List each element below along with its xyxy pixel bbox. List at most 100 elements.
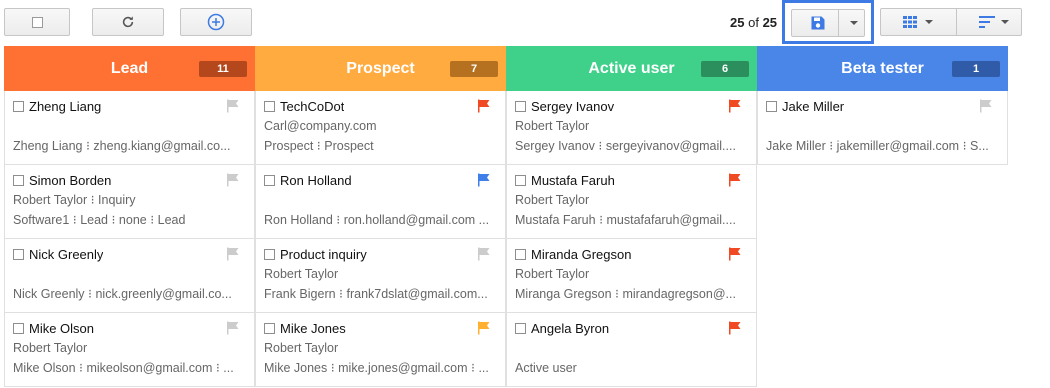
card-title[interactable]: Sergey Ivanov: [531, 99, 614, 114]
grid-view-button[interactable]: [903, 16, 933, 28]
lead-card[interactable]: Product inquiry Robert Taylor Frank Bige…: [255, 239, 506, 313]
flag-icon[interactable]: [226, 247, 240, 261]
lead-card[interactable]: Simon Borden Robert Taylor ⁝ Inquiry Sof…: [4, 165, 255, 239]
card-checkbox[interactable]: [13, 100, 24, 112]
card-line-1: Robert Taylor: [515, 267, 590, 281]
dropdown-caret-icon[interactable]: [850, 21, 858, 25]
lead-card[interactable]: Ron Holland Ron Holland ⁝ ron.holland@gm…: [255, 165, 506, 239]
card-title-row: Product inquiry: [264, 246, 497, 262]
flag-icon[interactable]: [728, 321, 742, 335]
card-title[interactable]: Mike Jones: [280, 321, 346, 336]
flag-icon[interactable]: [226, 173, 240, 187]
card-title-row: Nick Greenly: [13, 246, 246, 262]
column-header[interactable]: Prospect 7: [255, 46, 506, 91]
card-checkbox[interactable]: [264, 248, 275, 260]
column-count-badge: 6: [701, 61, 749, 77]
card-line-2: Jake Miller ⁝ jakemiller@gmail.com ⁝ S..…: [766, 139, 989, 153]
card-line-1: [515, 340, 747, 356]
flag-icon[interactable]: [477, 173, 491, 187]
card-checkbox[interactable]: [264, 174, 275, 186]
card-line-2: Active user: [515, 361, 577, 375]
column-header[interactable]: Lead 11: [4, 46, 255, 91]
card-title-row: Sergey Ivanov: [515, 98, 748, 114]
lead-card[interactable]: Angela Byron Active user: [506, 313, 757, 387]
card-title[interactable]: TechCoDot: [280, 99, 344, 114]
card-line-2: Frank Bigern ⁝ frank7dslat@gmail.com...: [264, 287, 488, 301]
card-checkbox[interactable]: [515, 248, 526, 260]
lead-card[interactable]: Mike Olson Robert Taylor Mike Olson ⁝ mi…: [4, 313, 255, 387]
card-title[interactable]: Mustafa Faruh: [531, 173, 615, 188]
column-header[interactable]: Active user 6: [506, 46, 757, 91]
card-checkbox[interactable]: [13, 322, 24, 334]
button-divider: [837, 10, 839, 36]
refresh-button[interactable]: [92, 8, 164, 36]
chevron-down-icon: [1001, 20, 1009, 24]
column-title: Beta tester: [841, 59, 924, 77]
lead-card[interactable]: Nick Greenly Nick Greenly ⁝ nick.greenly…: [4, 239, 255, 313]
card-title[interactable]: Angela Byron: [531, 321, 609, 336]
card-line-2: Mike Olson ⁝ mikeolson@gmail.com ⁝ ...: [13, 361, 234, 375]
card-title-row: Mike Olson: [13, 320, 246, 336]
column-header[interactable]: Beta tester 1: [757, 46, 1008, 91]
card-title[interactable]: Mike Olson: [29, 321, 94, 336]
toolbar: 25 of 25: [0, 0, 1050, 46]
card-line-2: Software1 ⁝ Lead ⁝ none ⁝ Lead: [13, 213, 186, 227]
flag-icon[interactable]: [728, 173, 742, 187]
flag-icon[interactable]: [979, 99, 993, 113]
card-title[interactable]: Ron Holland: [280, 173, 352, 188]
view-options-group: [880, 8, 1022, 36]
card-line-1: [766, 118, 998, 134]
card-line-2: Miranga Gregson ⁝ mirandagregson@...: [515, 287, 736, 301]
card-title[interactable]: Simon Borden: [29, 173, 111, 188]
card-checkbox[interactable]: [13, 248, 24, 260]
chevron-down-icon: [925, 20, 933, 24]
sort-button[interactable]: [979, 16, 1009, 28]
save-button-group: [791, 9, 865, 37]
card-title[interactable]: Jake Miller: [782, 99, 844, 114]
save-icon[interactable]: [810, 15, 826, 31]
card-title[interactable]: Product inquiry: [280, 247, 367, 262]
card-title[interactable]: Nick Greenly: [29, 247, 103, 262]
card-checkbox[interactable]: [13, 174, 24, 186]
flag-icon[interactable]: [477, 321, 491, 335]
card-line-1: Robert Taylor: [264, 267, 339, 281]
card-title-row: Mustafa Faruh: [515, 172, 748, 188]
flag-icon[interactable]: [226, 321, 240, 335]
column-prospect: Prospect 7 TechCoDot Carl@company.com Pr…: [255, 46, 506, 388]
card-checkbox[interactable]: [264, 100, 275, 112]
lead-card[interactable]: Miranda Gregson Robert Taylor Miranga Gr…: [506, 239, 757, 313]
lead-card[interactable]: Sergey Ivanov Robert Taylor Sergey Ivano…: [506, 91, 757, 165]
flag-icon[interactable]: [226, 99, 240, 113]
lead-card[interactable]: TechCoDot Carl@company.com Prospect ⁝ Pr…: [255, 91, 506, 165]
card-checkbox[interactable]: [515, 322, 526, 334]
card-title[interactable]: Zheng Liang: [29, 99, 101, 114]
card-checkbox[interactable]: [515, 100, 526, 112]
lead-card[interactable]: Zheng Liang Zheng Liang ⁝ zheng.kiang@gm…: [4, 91, 255, 165]
card-line-2: Mike Jones ⁝ mike.jones@gmail.com ⁝ ...: [264, 361, 489, 375]
card-line-1: [264, 192, 496, 208]
card-line-2: Mustafa Faruh ⁝ mustafafaruh@gmail....: [515, 213, 736, 227]
card-checkbox[interactable]: [264, 322, 275, 334]
flag-icon[interactable]: [728, 247, 742, 261]
select-all-checkbox-button[interactable]: [4, 8, 70, 36]
card-title[interactable]: Miranda Gregson: [531, 247, 631, 262]
lead-card[interactable]: Mustafa Faruh Robert Taylor Mustafa Faru…: [506, 165, 757, 239]
card-line-1: Robert Taylor ⁝ Inquiry: [13, 193, 136, 207]
lead-card[interactable]: Jake Miller Jake Miller ⁝ jakemiller@gma…: [757, 91, 1008, 165]
card-checkbox[interactable]: [515, 174, 526, 186]
count-of: of: [748, 15, 759, 30]
card-title-row: Mike Jones: [264, 320, 497, 336]
flag-icon[interactable]: [728, 99, 742, 113]
flag-icon[interactable]: [477, 99, 491, 113]
card-checkbox[interactable]: [766, 100, 777, 112]
column-lead: Lead 11 Zheng Liang Zheng Liang ⁝ zheng.…: [4, 46, 255, 388]
add-circle-icon: [207, 13, 225, 31]
flag-icon[interactable]: [477, 247, 491, 261]
save-highlight: [782, 0, 874, 44]
add-button[interactable]: [180, 8, 252, 36]
card-title-row: Zheng Liang: [13, 98, 246, 114]
card-line-1: Robert Taylor: [515, 119, 590, 133]
lead-card[interactable]: Mike Jones Robert Taylor Mike Jones ⁝ mi…: [255, 313, 506, 387]
count-current: 25: [730, 15, 745, 30]
checkbox-icon: [31, 16, 43, 28]
